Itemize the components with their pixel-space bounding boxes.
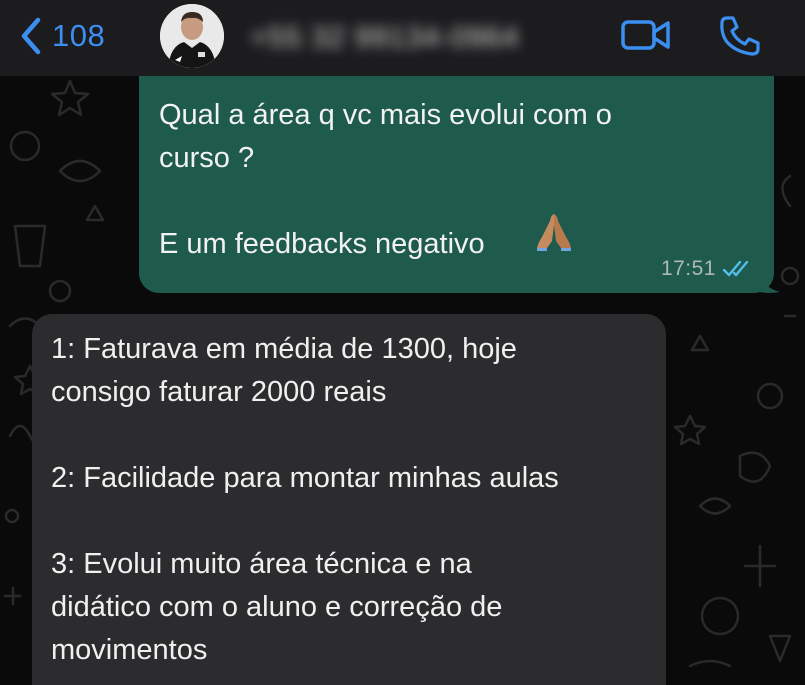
message-meta: 17:51 — [661, 257, 754, 281]
message-line — [159, 180, 749, 223]
message-line: didático com o aluno e correção de — [51, 591, 503, 623]
voice-call-button[interactable] — [718, 14, 762, 63]
message-text: Qual a área q vc mais evolui com o curso… — [159, 94, 749, 266]
message-time: 17:51 — [660, 257, 716, 280]
message-line — [51, 414, 651, 457]
incoming-message[interactable]: 1: Faturava em média de 1300, hoje consi… — [32, 314, 666, 685]
outgoing-message[interactable]: Qual a área q vc mais evolui com o curso… — [139, 76, 774, 293]
message-line: 1: Faturava em média de 1300, hoje — [51, 333, 517, 365]
phone-icon — [720, 16, 760, 56]
folded-hands-emoji-icon — [537, 214, 571, 251]
message-line: 2: Facilidade para montar minhas aulas — [51, 462, 559, 494]
chat-area[interactable]: Qual a área q vc mais evolui com o curso… — [0, 76, 805, 685]
chevron-left-icon — [21, 17, 41, 55]
message-line: movimentos — [51, 634, 208, 666]
message-line: consigo faturar 2000 reais — [51, 376, 387, 408]
contact-name[interactable]: +55 32 99134-0964 — [250, 22, 519, 55]
message-line: 3: Evolui muito área técnica e na — [51, 548, 472, 580]
bubble-tail — [760, 274, 780, 293]
message-line: curso ? — [159, 142, 255, 174]
unread-count: 108 — [52, 18, 106, 53]
message-line: Qual a área q vc mais evolui com o — [159, 99, 612, 131]
video-camera-icon — [621, 20, 670, 50]
chat-header: 108 +55 32 99134-0964 — [0, 0, 805, 76]
avatar-image — [160, 4, 224, 68]
video-call-button[interactable] — [620, 17, 672, 58]
message-text: 1: Faturava em média de 1300, hoje consi… — [51, 328, 651, 672]
back-button[interactable]: 108 — [20, 14, 105, 58]
double-check-read-icon — [722, 260, 749, 277]
message-line — [51, 500, 651, 543]
avatar[interactable] — [160, 4, 224, 68]
